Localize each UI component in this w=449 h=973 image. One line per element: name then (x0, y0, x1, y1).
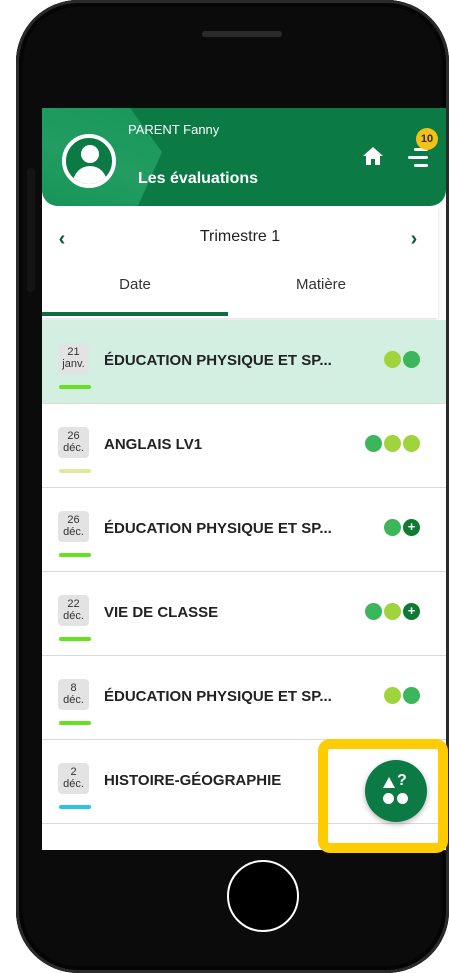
subject-name: HISTOIRE-GÉOGRAPHIE (104, 772, 282, 789)
side-button (27, 168, 35, 292)
subject-color-bar (59, 385, 91, 389)
tab-indicator (42, 312, 228, 316)
grade-dot (384, 603, 401, 620)
date-badge: 21 janv. (58, 343, 89, 374)
grade-plus-dot (403, 518, 420, 536)
evaluation-row[interactable]: 21 janv. ÉDUCATION PHYSIQUE ET SP... (42, 320, 446, 404)
help-fab-button[interactable]: ? (365, 760, 427, 822)
grade-dot (403, 435, 420, 452)
date-badge: 8 déc. (58, 679, 89, 710)
evaluation-row[interactable]: 26 déc. ÉDUCATION PHYSIQUE ET SP... (42, 488, 446, 572)
grade-dot (365, 435, 382, 452)
tab-matiere[interactable]: Matière (228, 276, 414, 293)
evaluation-row[interactable]: 22 déc. VIE DE CLASSE (42, 572, 446, 656)
date-month: janv. (62, 358, 85, 370)
date-badge: 26 déc. (58, 427, 89, 458)
subject-name: ÉDUCATION PHYSIQUE ET SP... (104, 688, 332, 705)
grade-dot (384, 687, 401, 704)
subject-color-bar (59, 805, 91, 809)
date-badge: 22 déc. (58, 595, 89, 626)
notification-badge: 10 (416, 128, 438, 150)
chevron-right-icon[interactable]: › (406, 228, 422, 250)
page-title: Les évaluations (138, 170, 259, 187)
grade-dot (384, 351, 401, 368)
date-month: déc. (63, 778, 84, 790)
grade-dot (403, 687, 420, 704)
date-day: 26 (67, 514, 80, 526)
subject-color-bar (59, 553, 91, 557)
grade-indicators (365, 602, 420, 620)
avatar[interactable] (62, 134, 116, 188)
period-title: Trimestre 1 (199, 228, 281, 245)
date-day: 8 (70, 682, 77, 694)
home-hardware-button[interactable] (227, 860, 299, 932)
subject-color-bar (59, 637, 91, 641)
date-month: déc. (63, 694, 84, 706)
date-day: 21 (67, 346, 80, 358)
date-month: déc. (63, 442, 84, 454)
avatar-body (73, 166, 107, 184)
date-month: déc. (63, 526, 84, 538)
user-name: PARENT Fanny (128, 122, 220, 137)
date-badge: 2 déc. (58, 763, 89, 794)
circle-icon (397, 793, 408, 804)
subject-name: ÉDUCATION PHYSIQUE ET SP... (104, 520, 332, 537)
grade-plus-dot (403, 602, 420, 620)
home-icon[interactable] (362, 146, 384, 166)
grade-dot (384, 519, 401, 536)
grade-indicators (384, 518, 420, 536)
tab-date[interactable]: Date (42, 276, 228, 293)
grade-indicators (384, 351, 420, 368)
grade-dot (365, 603, 382, 620)
period-selector: ‹ Trimestre 1 › Date Matière (42, 206, 438, 318)
subject-color-bar (59, 469, 91, 473)
date-day: 22 (67, 598, 80, 610)
subject-name: ÉDUCATION PHYSIQUE ET SP... (104, 352, 332, 369)
grade-dot (384, 435, 401, 452)
date-badge: 26 déc. (58, 511, 89, 542)
date-month: déc. (63, 610, 84, 622)
evaluation-row[interactable]: 8 déc. ÉDUCATION PHYSIQUE ET SP... (42, 656, 446, 740)
circle-icon (383, 793, 394, 804)
avatar-head (81, 145, 99, 163)
grade-dot (403, 351, 420, 368)
grade-indicators (384, 687, 420, 704)
speaker-grille (202, 31, 282, 37)
app-header: PARENT Fanny Les évaluations 10 (42, 108, 446, 206)
subject-color-bar (59, 721, 91, 725)
triangle-icon (383, 777, 395, 788)
evaluation-row[interactable]: 26 déc. ANGLAIS LV1 (42, 404, 446, 488)
date-day: 26 (67, 430, 80, 442)
date-day: 2 (70, 766, 77, 778)
subject-name: ANGLAIS LV1 (104, 436, 203, 453)
question-icon: ? (397, 772, 407, 789)
grade-indicators (365, 435, 420, 452)
subject-name: VIE DE CLASSE (104, 604, 219, 621)
